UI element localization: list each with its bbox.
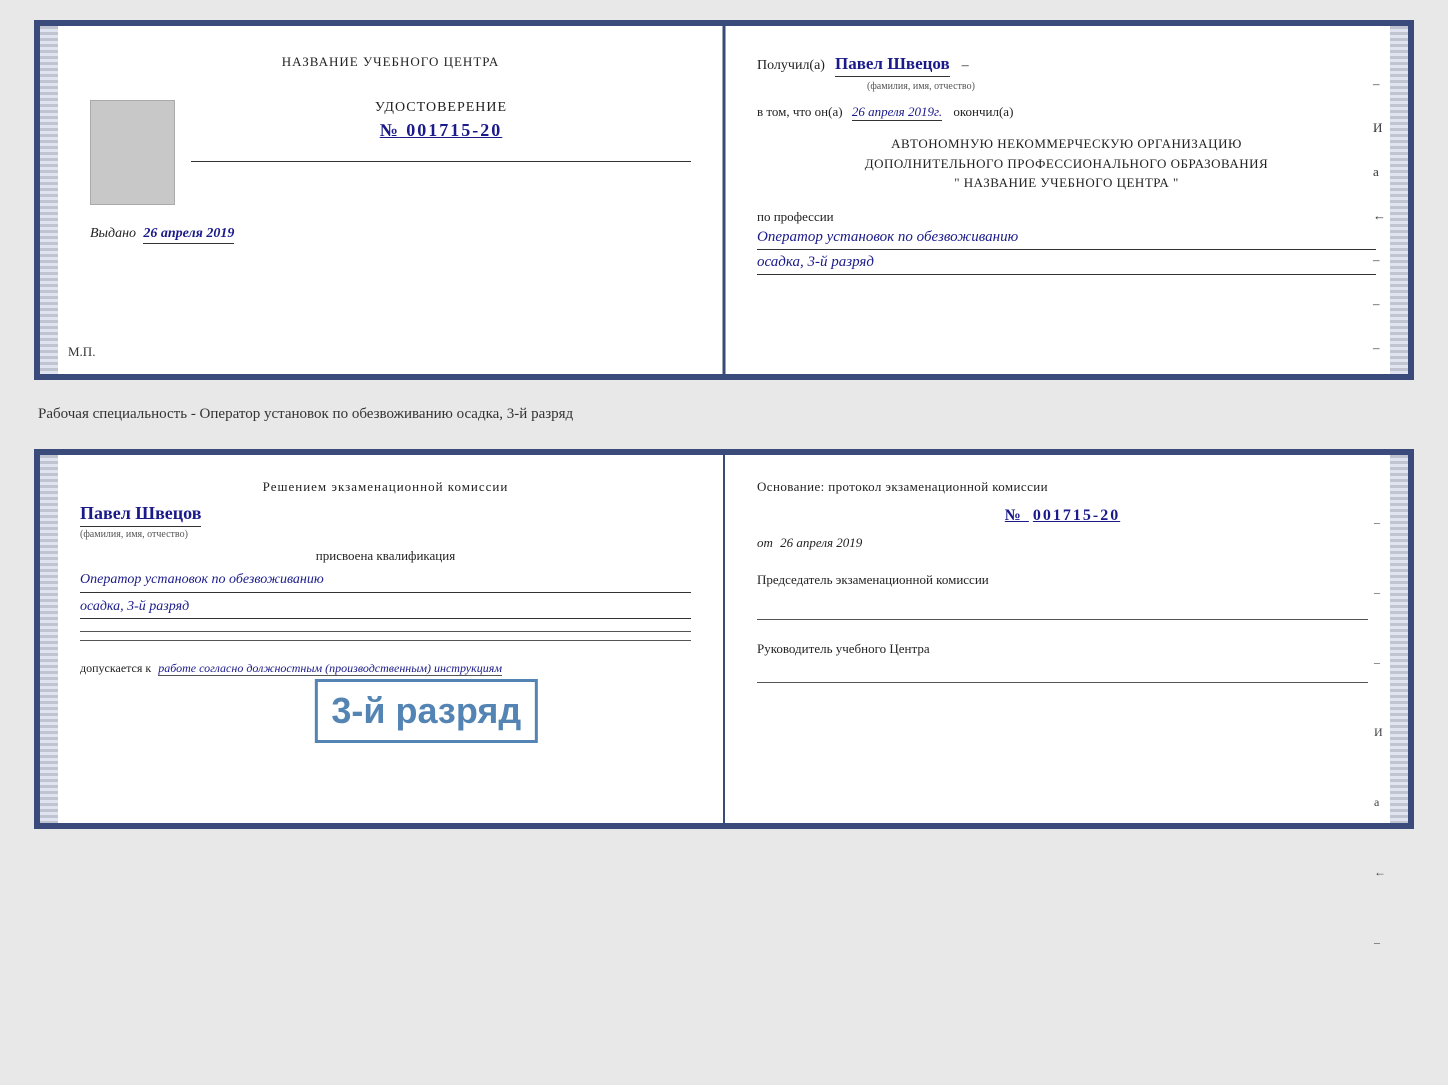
- protocol-number-value: 001715-20: [1033, 507, 1120, 524]
- recipient-name: Павел Швецов: [835, 54, 950, 77]
- in-that-line: в том, что он(а) 26 апреля 2019г. окончи…: [757, 104, 1376, 120]
- chairman-text: Председатель экзаменационной комиссии: [757, 571, 1368, 589]
- protocol-prefix: №: [1005, 507, 1023, 524]
- dopusk-line: допускается к работе согласно должностны…: [80, 661, 691, 676]
- chairman-sig-line: [757, 619, 1368, 620]
- stamp: 3-й разряд: [314, 679, 538, 743]
- date-field: 26 апреля 2019г.: [852, 104, 942, 121]
- received-line: Получил(а) Павел Швецов –: [757, 54, 1376, 77]
- profession-label: по профессии: [757, 209, 1376, 225]
- mp-label: М.П.: [68, 344, 95, 360]
- cert-issued: Выдано 26 апреля 2019: [90, 225, 691, 242]
- separator-text: Рабочая специальность - Оператор установ…: [38, 398, 1414, 431]
- profession-line2-top: осадка, 3-й разряд: [757, 254, 1376, 275]
- from-date: от 26 апреля 2019: [757, 535, 1368, 551]
- top-right-panel: Получил(а) Павел Швецов – (фамилия, имя,…: [725, 26, 1408, 374]
- received-prefix: Получил(а): [757, 58, 825, 74]
- right-edge-bottom: – – – И а ← –: [1374, 515, 1386, 950]
- decision-text: Решением экзаменационной комиссии: [80, 479, 691, 495]
- top-left-panel: НАЗВАНИЕ УЧЕБНОГО ЦЕНТРА УДОСТОВЕРЕНИЕ №…: [40, 26, 725, 374]
- bottom-left-panel: Решением экзаменационной комиссии Павел …: [40, 455, 725, 823]
- dash: –: [962, 58, 969, 74]
- page-container: НАЗВАНИЕ УЧЕБНОГО ЦЕНТРА УДОСТОВЕРЕНИЕ №…: [34, 20, 1414, 829]
- cert-divider: [191, 161, 691, 162]
- org-line2: ДОПОЛНИТЕЛЬНОГО ПРОФЕССИОНАЛЬНОГО ОБРАЗО…: [757, 154, 1376, 174]
- issued-date: 26 апреля 2019: [143, 226, 234, 244]
- protocol-number: № 001715-20: [757, 507, 1368, 525]
- cert-area: УДОСТОВЕРЕНИЕ № 001715-20: [90, 100, 691, 205]
- signature-lines: [80, 631, 691, 641]
- stamp-text: 3-й разряд: [331, 690, 521, 731]
- dopusk-text: работе согласно должностным (производств…: [158, 661, 502, 676]
- fio-label-top: (фамилия, имя, отчество): [867, 81, 1376, 92]
- profession-line1-top: Оператор установок по обезвоживанию: [757, 229, 1376, 250]
- fio-label-bottom: (фамилия, имя, отчество): [80, 529, 691, 540]
- osnov-text: Основание: протокол экзаменационной коми…: [757, 479, 1368, 495]
- head-text: Руководитель учебного Центра: [757, 640, 1368, 658]
- prof-line1-bottom: Оператор установок по обезвоживанию: [80, 570, 691, 593]
- in-that-prefix: в том, что он(а): [757, 104, 843, 119]
- cert-number-value: 001715-20: [406, 120, 502, 140]
- from-label: от: [757, 535, 773, 550]
- from-date-value: 26 апреля 2019: [780, 535, 862, 550]
- bottom-name: Павел Швецов: [80, 503, 201, 527]
- org-line3: " НАЗВАНИЕ УЧЕБНОГО ЦЕНТРА ": [757, 173, 1376, 193]
- bottom-document-card: Решением экзаменационной комиссии Павел …: [34, 449, 1414, 829]
- cert-info: УДОСТОВЕРЕНИЕ № 001715-20: [191, 100, 691, 174]
- qualification-text: присвоена квалификация: [80, 548, 691, 564]
- head-sig-line: [757, 682, 1368, 683]
- org-block: АВТОНОМНУЮ НЕКОММЕРЧЕСКУЮ ОРГАНИЗАЦИЮ ДО…: [757, 134, 1376, 193]
- sig-line-2: [80, 640, 691, 641]
- org-line1: АВТОНОМНУЮ НЕКОММЕРЧЕСКУЮ ОРГАНИЗАЦИЮ: [757, 134, 1376, 154]
- photo-placeholder: [90, 100, 175, 205]
- cert-label: УДОСТОВЕРЕНИЕ: [191, 100, 691, 116]
- top-document-card: НАЗВАНИЕ УЧЕБНОГО ЦЕНТРА УДОСТОВЕРЕНИЕ №…: [34, 20, 1414, 380]
- dopusk-prefix: допускается к: [80, 661, 151, 675]
- cert-number-prefix: №: [380, 120, 400, 140]
- issued-label: Выдано: [90, 226, 136, 241]
- name-area: Павел Швецов (фамилия, имя, отчество): [80, 503, 691, 540]
- prof-line2-bottom: осадка, 3-й разряд: [80, 597, 691, 620]
- finished-label: окончил(а): [953, 104, 1013, 119]
- cert-number: № 001715-20: [191, 120, 691, 141]
- sig-line-1: [80, 631, 691, 632]
- right-edge-top: – И а ← – – –: [1373, 76, 1386, 356]
- bottom-right-panel: Основание: протокол экзаменационной коми…: [725, 455, 1408, 823]
- top-left-title: НАЗВАНИЕ УЧЕБНОГО ЦЕНТРА: [90, 54, 691, 70]
